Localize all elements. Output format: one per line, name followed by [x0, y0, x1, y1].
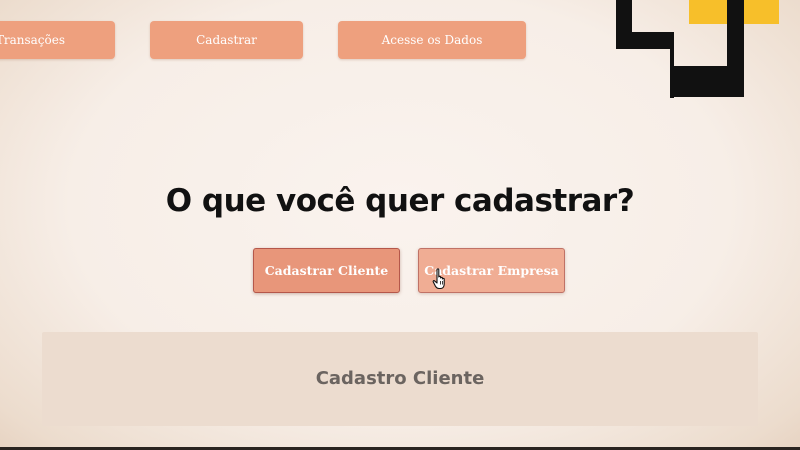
panel-title: Cadastro Cliente	[315, 368, 485, 389]
page-question-heading: O que você quer cadastrar?	[165, 183, 635, 219]
cadastrar-cliente-button[interactable]: Cadastrar Cliente	[253, 248, 400, 293]
hand-pointer-cursor-icon	[432, 268, 445, 290]
page: Transações Cadastrar Acesse os Dados O q…	[0, 0, 800, 450]
nav-cadastrar-button[interactable]: Cadastrar	[150, 21, 303, 59]
cadastro-cliente-panel: Cadastro Cliente	[42, 332, 758, 426]
nav-transacoes-button[interactable]: Transações	[0, 21, 115, 59]
nav-acesse-dados-button[interactable]: Acesse os Dados	[338, 21, 526, 59]
brand-logo-icon	[616, 0, 779, 98]
